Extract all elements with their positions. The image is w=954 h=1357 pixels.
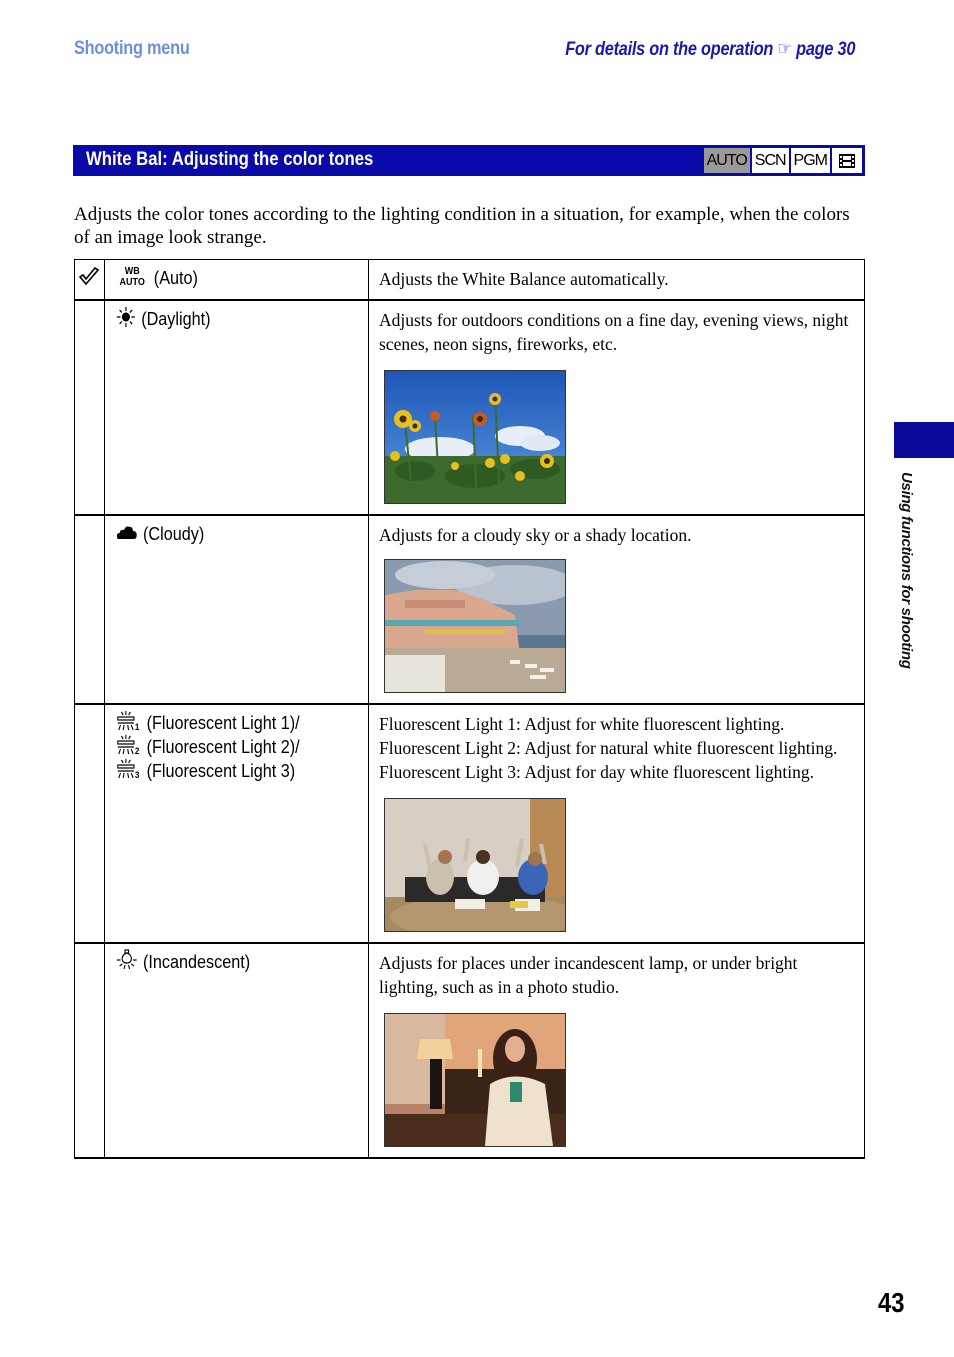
- setting-description-line: Fluorescent Light 3: Adjust for day whit…: [379, 762, 814, 782]
- svg-text:AUTO: AUTO: [120, 276, 145, 286]
- sample-photo-fluorescent: [384, 798, 566, 932]
- description-cell: Adjusts the White Balance automatically.: [368, 259, 865, 301]
- sample-photo-incandescent: [384, 1013, 566, 1147]
- setting-label: (Fluorescent Light 2)/: [146, 736, 300, 757]
- table-row: WB AUTO (Auto) Adjusts the White Balance …: [74, 259, 865, 301]
- setting-label: (Fluorescent Light 1)/: [146, 712, 300, 733]
- setting-description-line: Fluorescent Light 2: Adjust for natural …: [379, 738, 838, 758]
- description-cell: Fluorescent Light 1: Adjust for white fl…: [368, 703, 865, 944]
- setting-description: Adjusts for a cloudy sky or a shady loca…: [379, 525, 692, 545]
- setting-description-line: Fluorescent Light 1: Adjust for white fl…: [379, 714, 785, 734]
- operation-reference-page[interactable]: page 30: [796, 39, 855, 60]
- operation-reference-text: For details on the operation: [565, 39, 773, 60]
- fluorescent-2-icon: 2: [116, 734, 141, 761]
- table-row: (Incandescent) Adjusts for places under …: [74, 942, 865, 1159]
- setting-description: Adjusts for places under incandescent la…: [379, 953, 798, 997]
- intro-paragraph: Adjusts the color tones according to the…: [74, 204, 850, 248]
- svg-text:WB: WB: [125, 265, 140, 277]
- wb-auto-icon: WB AUTO: [116, 265, 148, 292]
- cloud-icon: [116, 523, 138, 546]
- sample-photo-cloudy: [384, 559, 566, 693]
- white-balance-table: WB AUTO (Auto) Adjusts the White Balance …: [74, 259, 865, 1159]
- description-cell: Adjusts for a cloudy sky or a shady loca…: [368, 514, 865, 705]
- pointing-hand-icon: ☞: [777, 39, 792, 60]
- section-title-bar: White Bal: Adjusting the color tones AUT…: [73, 145, 865, 176]
- setting-cell: WB AUTO (Auto): [104, 259, 369, 301]
- mode-auto-icon: AUTO: [703, 148, 750, 173]
- description-cell: Adjusts for places under incandescent la…: [368, 942, 865, 1159]
- section-header: Shooting menu: [74, 38, 190, 59]
- description-cell: Adjusts for outdoors conditions on a fin…: [368, 299, 865, 516]
- setting-description: Adjusts for outdoors conditions on a fin…: [379, 310, 849, 354]
- setting-label: (Daylight): [141, 308, 211, 329]
- table-row: (Cloudy) Adjusts for a cloudy sky or a s…: [74, 514, 865, 705]
- setting-label: (Cloudy): [143, 523, 205, 544]
- mode-scn-icon: SCN: [751, 148, 789, 173]
- setting-cell: (Daylight): [104, 299, 369, 516]
- chapter-label: Using functions for shooting: [898, 472, 915, 669]
- page-number: 43: [878, 1287, 905, 1318]
- setting-cell: (Cloudy): [104, 514, 369, 705]
- setting-cell: 1 (Fluorescent Light 1)/ 2 (Fluorescent …: [104, 703, 369, 944]
- default-marker-cell: [74, 259, 105, 301]
- chapter-tab: [894, 422, 954, 458]
- svg-text:3: 3: [135, 769, 140, 779]
- mode-pgm-icon: PGM: [790, 148, 830, 173]
- setting-label: (Auto): [153, 267, 198, 288]
- incandescent-icon: [116, 948, 138, 976]
- setting-cell: (Incandescent): [104, 942, 369, 1159]
- svg-text:1: 1: [135, 721, 140, 731]
- svg-text:2: 2: [135, 745, 140, 755]
- sun-icon: [116, 306, 136, 333]
- operation-reference[interactable]: For details on the operation ☞ page 30: [565, 38, 855, 61]
- sample-photo-daylight: [384, 370, 566, 504]
- setting-description: Adjusts the White Balance automatically.: [379, 269, 669, 289]
- mode-icons: AUTO SCN PGM: [703, 148, 862, 173]
- table-row: (Daylight) Adjusts for outdoors conditio…: [74, 299, 865, 516]
- setting-label: (Incandescent): [143, 951, 251, 972]
- fluorescent-1-icon: 1: [116, 710, 141, 737]
- setting-label: (Fluorescent Light 3): [146, 760, 296, 781]
- section-title: White Bal: Adjusting the color tones: [86, 149, 374, 170]
- checkmark-icon: [78, 266, 100, 286]
- table-row: 1 (Fluorescent Light 1)/ 2 (Fluorescent …: [74, 703, 865, 944]
- fluorescent-3-icon: 3: [116, 758, 141, 785]
- film-icon: [832, 148, 862, 173]
